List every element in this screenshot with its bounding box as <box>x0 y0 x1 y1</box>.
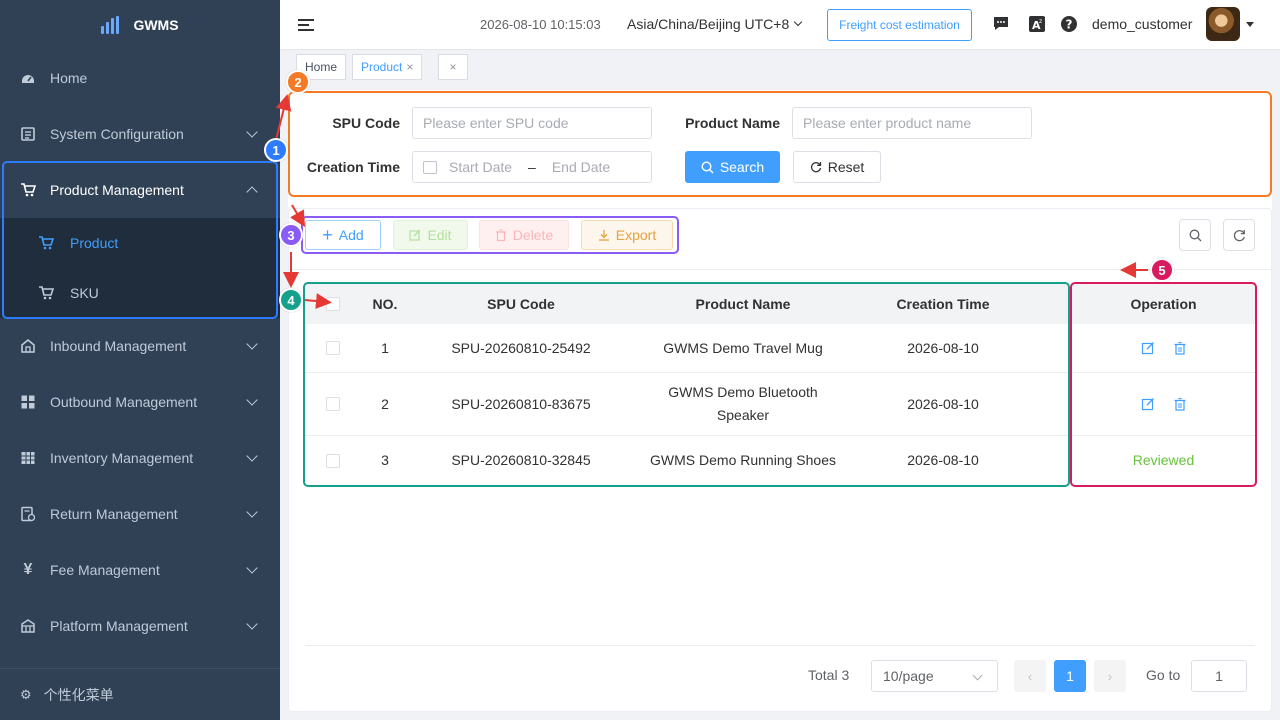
sidebar-item-label: Fee Management <box>50 562 160 578</box>
message-icon[interactable] <box>992 15 1010 33</box>
annotation-box-toolbar <box>301 216 679 254</box>
chevron-right-icon: › <box>1107 668 1113 684</box>
table-icon <box>20 450 36 466</box>
pagination-total: Total 3 <box>808 667 850 683</box>
grid-icon <box>20 394 36 410</box>
search-icon <box>1189 229 1201 241</box>
gear-icon: ⚙ <box>20 686 32 702</box>
sidebar-item-return-management[interactable]: Return Management <box>0 486 280 542</box>
annotation-marker-2: 2 <box>286 70 310 94</box>
app-name: GWMS <box>133 17 179 33</box>
toolbar-divider <box>289 269 1271 270</box>
annotation-box-search <box>288 91 1272 197</box>
avatar[interactable] <box>1206 7 1240 41</box>
chevron-left-icon: ‹ <box>1027 668 1033 684</box>
sidebar-item-platform-management[interactable]: Platform Management <box>0 598 280 654</box>
chevron-down-icon <box>246 562 258 574</box>
sidebar-item-label: Outbound Management <box>50 394 198 410</box>
close-all-tabs-button[interactable]: × <box>438 54 468 80</box>
yen-icon: ¥ <box>23 561 33 578</box>
annotation-marker-5: 5 <box>1150 258 1174 282</box>
chevron-down-icon <box>972 670 983 681</box>
chevron-down-icon <box>246 506 258 518</box>
sidebar-item-label: Inventory Management <box>50 450 194 466</box>
sidebar-item-label: Platform Management <box>50 618 188 634</box>
annotation-box-operation <box>1070 282 1257 487</box>
logo-icon <box>101 16 120 34</box>
menu-toggle-icon[interactable] <box>298 18 314 31</box>
footer-label: 个性化菜单 <box>43 686 114 703</box>
sidebar-item-fee-management[interactable]: ¥ Fee Management <box>0 542 280 598</box>
chevron-down-icon <box>246 126 258 138</box>
sidebar-item-outbound-management[interactable]: Outbound Management <box>0 374 280 430</box>
tab-label: Product <box>361 60 403 74</box>
page-size-select[interactable]: 10/page <box>871 660 998 692</box>
next-page-button[interactable]: › <box>1094 660 1126 692</box>
current-datetime: 2026-08-10 10:15:03 <box>480 17 601 32</box>
sidebar: GWMS Home System Configuration Product M… <box>0 0 280 720</box>
sidebar-item-label: System Configuration <box>50 126 184 142</box>
tags-view: Home Product × × <box>280 50 1280 84</box>
caret-down-icon[interactable] <box>1246 22 1254 27</box>
page-size-value: 10/page <box>883 668 934 684</box>
svg-text:z: z <box>1039 18 1042 25</box>
warehouse-icon <box>20 338 36 354</box>
chevron-down-icon <box>246 394 258 406</box>
return-doc-icon <box>20 506 36 522</box>
annotation-box-table <box>303 282 1070 487</box>
annotation-box-sidebar <box>2 161 278 319</box>
close-icon: × <box>449 60 457 74</box>
sidebar-item-home[interactable]: Home <box>0 50 280 106</box>
sidebar-item-label: Return Management <box>50 506 178 522</box>
chevron-down-icon <box>246 338 258 350</box>
timezone-dropdown[interactable]: Asia/China/Beijing UTC+8 <box>627 16 803 32</box>
goto-label: Go to <box>1146 667 1181 683</box>
personalize-menu-link[interactable]: ⚙ 个性化菜单 <box>0 668 280 720</box>
sidebar-item-label: Home <box>50 70 88 86</box>
sidebar-item-inventory-management[interactable]: Inventory Management <box>0 430 280 486</box>
settings-doc-icon <box>20 126 36 142</box>
platform-icon <box>20 618 36 634</box>
close-icon[interactable]: × <box>406 60 413 74</box>
toggle-search-button[interactable] <box>1179 219 1211 251</box>
svg-text:?: ? <box>1066 18 1073 32</box>
chevron-down-icon <box>794 17 803 27</box>
sidebar-item-inbound-management[interactable]: Inbound Management <box>0 318 280 374</box>
refresh-icon <box>1233 229 1245 241</box>
prev-page-button[interactable]: ‹ <box>1014 660 1046 692</box>
sidebar-item-label: Inbound Management <box>50 338 187 354</box>
annotation-marker-4: 4 <box>279 288 303 312</box>
help-icon[interactable]: ? <box>1060 15 1078 33</box>
goto-page-input[interactable]: 1 <box>1191 660 1247 692</box>
page-number-button[interactable]: 1 <box>1054 660 1086 692</box>
app-logo[interactable]: GWMS <box>0 0 280 50</box>
tab-product[interactable]: Product × <box>352 54 423 80</box>
chevron-down-icon <box>246 450 258 462</box>
sidebar-item-system-configuration[interactable]: System Configuration <box>0 106 280 162</box>
chevron-down-icon <box>246 618 258 630</box>
annotation-marker-3: 3 <box>279 223 303 247</box>
dashboard-icon <box>20 70 36 86</box>
refresh-table-button[interactable] <box>1223 219 1255 251</box>
top-header: 2026-08-10 10:15:03 Asia/China/Beijing U… <box>280 0 1280 50</box>
translate-icon[interactable]: Az <box>1028 15 1046 33</box>
timezone-label: Asia/China/Beijing UTC+8 <box>627 16 790 32</box>
pagination-divider <box>305 645 1255 646</box>
username[interactable]: demo_customer <box>1092 16 1192 32</box>
freight-cost-button[interactable]: Freight cost estimation <box>827 9 972 41</box>
tab-label: Home <box>305 60 338 74</box>
annotation-marker-1: 1 <box>264 138 288 162</box>
